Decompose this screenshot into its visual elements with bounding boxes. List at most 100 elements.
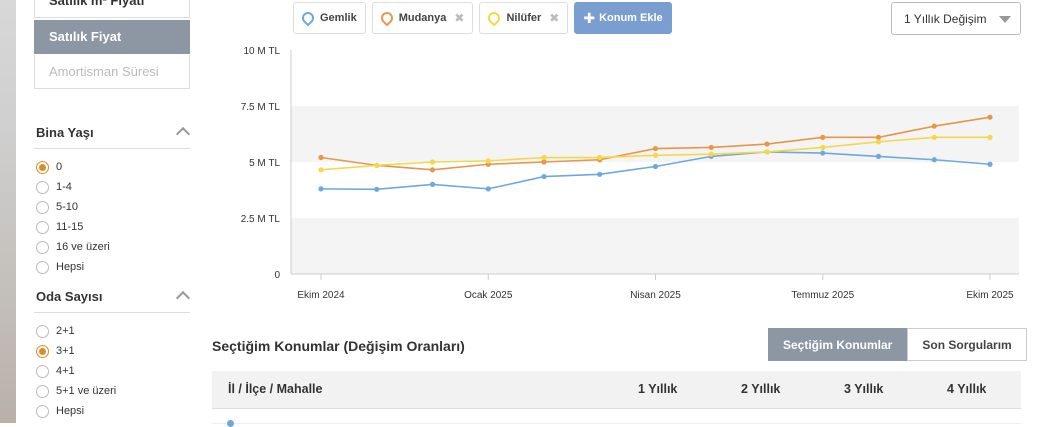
data-point xyxy=(764,149,770,155)
data-point xyxy=(429,181,436,187)
period-dropdown-value: 1 Yıllık Değişim xyxy=(904,11,987,26)
data-point xyxy=(374,162,380,168)
tab-recent-queries[interactable]: Son Sorgularım xyxy=(907,328,1027,361)
data-point xyxy=(485,186,491,192)
series-dot-icon xyxy=(227,420,234,427)
section-title: Seçtiğim Konumlar (Değişim Oranları) xyxy=(212,338,465,354)
menu-item-m2-price[interactable]: Satılık m² Fiyatı xyxy=(34,0,190,18)
data-point xyxy=(541,154,547,161)
radio-label: 1-4 xyxy=(56,181,72,193)
radio-option[interactable]: 11-15 xyxy=(36,218,83,236)
data-point xyxy=(875,139,882,145)
radio-option[interactable]: Hepsi xyxy=(36,402,84,420)
data-point xyxy=(931,123,937,129)
divider xyxy=(34,148,190,149)
y-tick-label: 0 xyxy=(274,270,280,281)
y-tick-label: 10 M TL xyxy=(244,46,281,57)
chip-mudanya[interactable]: Mudanya ✖ xyxy=(371,2,474,34)
location-pin-icon xyxy=(485,9,503,27)
radio-label: Hepsi xyxy=(56,261,85,273)
room-count-title: Oda Sayısı xyxy=(36,289,103,304)
data-point xyxy=(597,171,603,177)
data-point xyxy=(764,141,770,147)
data-point xyxy=(875,134,882,140)
y-tick-label: 5 M TL xyxy=(249,158,280,169)
data-point xyxy=(318,167,324,173)
data-point xyxy=(318,186,324,192)
data-point xyxy=(820,144,826,151)
period-dropdown[interactable]: 1 Yıllık Değişim xyxy=(891,2,1021,35)
data-point xyxy=(708,151,714,157)
radio-icon[interactable] xyxy=(36,200,49,214)
plus-icon: ✚ xyxy=(583,9,596,26)
data-point xyxy=(820,134,826,140)
menu-item-sale-price[interactable]: Satılık Fiyat xyxy=(34,20,190,54)
remove-icon[interactable]: ✖ xyxy=(454,11,464,25)
y-tick-label: 7.5 M TL xyxy=(241,102,281,113)
chip-gemlik[interactable]: Gemlik xyxy=(293,2,366,34)
radio-option[interactable]: 2+1 xyxy=(36,322,75,340)
data-point xyxy=(652,145,659,152)
table-row[interactable] xyxy=(212,408,1021,427)
radio-label: 16 ve üzeri xyxy=(56,241,110,253)
building-age-title: Bina Yaşı xyxy=(36,125,94,140)
data-point xyxy=(987,114,993,120)
chip-label: Mudanya xyxy=(398,12,447,24)
radio-icon[interactable] xyxy=(36,344,49,358)
radio-icon[interactable] xyxy=(36,260,49,274)
chip-nilufer[interactable]: Nilüfer ✖ xyxy=(479,2,569,34)
tab-selected-locations[interactable]: Seçtiğim Konumlar xyxy=(768,328,908,361)
collapse-building-age-icon[interactable] xyxy=(175,126,191,142)
location-chips: Gemlik Mudanya ✖ Nilüfer ✖ ✚ Konum Ekle xyxy=(293,2,672,34)
radio-icon[interactable] xyxy=(36,384,49,398)
x-tick-label: Ekim 2025 xyxy=(966,290,1014,301)
remove-icon[interactable]: ✖ xyxy=(549,11,559,25)
background-strip xyxy=(0,0,16,423)
menu-item-amortization[interactable]: Amortisman Süresi xyxy=(34,55,190,89)
col-4y: 4 Yıllık xyxy=(947,382,987,396)
col-location: İl / İlçe / Mahalle xyxy=(228,382,323,396)
radio-label: 0 xyxy=(56,161,63,173)
radio-label: 5-10 xyxy=(56,201,79,213)
chart-band xyxy=(291,218,1019,274)
chevron-down-icon xyxy=(999,16,1011,23)
data-point xyxy=(374,186,380,192)
collapse-room-count-icon[interactable] xyxy=(175,290,191,306)
radio-option[interactable]: 0 xyxy=(36,158,62,176)
radio-icon[interactable] xyxy=(36,180,49,194)
radio-option[interactable]: 16 ve üzeri xyxy=(36,238,110,256)
radio-icon[interactable] xyxy=(36,404,49,418)
data-point xyxy=(652,152,659,158)
radio-label: 3+1 xyxy=(56,345,75,357)
radio-option[interactable]: 4+1 xyxy=(36,362,75,380)
add-location-button[interactable]: ✚ Konum Ekle xyxy=(574,2,672,34)
radio-icon[interactable] xyxy=(36,220,49,234)
table-header: İl / İlçe / Mahalle 1 Yıllık 2 Yıllık 3 … xyxy=(212,371,1021,409)
data-point xyxy=(652,163,659,170)
radio-option[interactable]: 5-10 xyxy=(36,198,78,216)
location-pin-icon xyxy=(299,9,317,27)
data-point xyxy=(987,161,993,167)
chip-label: Gemlik xyxy=(320,12,357,24)
radio-icon[interactable] xyxy=(36,364,49,378)
radio-icon[interactable] xyxy=(36,240,49,254)
radio-option[interactable]: Hepsi xyxy=(36,258,84,276)
radio-option[interactable]: 3+1 xyxy=(36,342,75,360)
col-1y: 1 Yıllık xyxy=(638,382,678,396)
radio-icon[interactable] xyxy=(36,324,49,338)
data-point xyxy=(541,159,547,165)
x-tick-label: Ocak 2025 xyxy=(464,290,513,301)
x-tick-label: Nisan 2025 xyxy=(630,290,681,301)
radio-option[interactable]: 5+1 ve üzeri xyxy=(36,382,116,400)
y-tick-label: 2.5 M TL xyxy=(241,214,281,225)
tabs: Seçtiğim Konumlar Son Sorgularım xyxy=(768,328,1027,361)
data-point xyxy=(708,144,714,151)
data-point xyxy=(541,173,547,180)
data-point xyxy=(987,134,993,140)
radio-option[interactable]: 1-4 xyxy=(36,178,72,196)
radio-icon[interactable] xyxy=(36,160,49,174)
col-3y: 3 Yıllık xyxy=(844,382,884,396)
data-point xyxy=(597,154,603,161)
chip-label: Nilüfer xyxy=(506,12,542,24)
data-point xyxy=(485,158,491,164)
